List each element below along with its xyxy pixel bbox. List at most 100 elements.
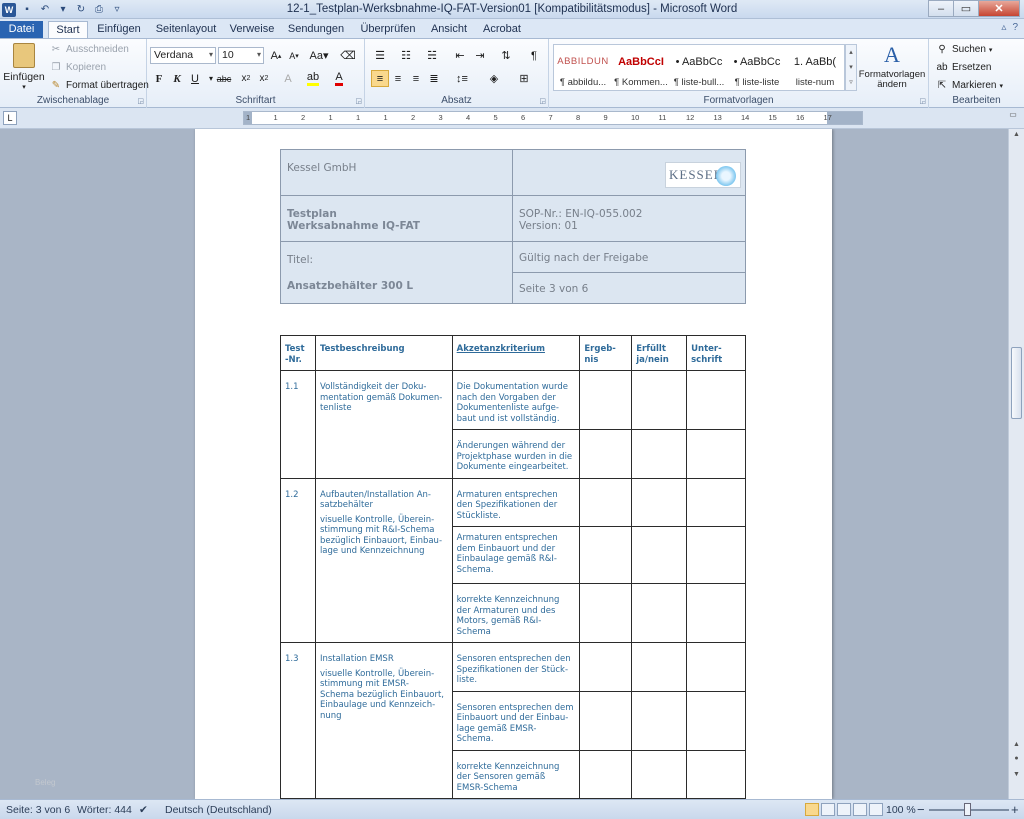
scrollbar-thumb[interactable] [1011,347,1022,419]
change-case-button[interactable]: Aa▾ [310,47,329,64]
result-cell[interactable] [579,370,633,430]
line-spacing-button[interactable]: ↕≡ [453,70,471,87]
result-cell[interactable] [579,429,633,479]
replace-button[interactable]: ab Ersetzen [935,61,991,74]
result-cell[interactable] [579,690,633,751]
styles-launcher-icon[interactable]: ◲ [919,97,926,105]
grow-font-button[interactable]: A ▴ [267,47,285,64]
style-kommentar[interactable]: AaBbCcI ¶ Kommen... [612,45,670,90]
signature-cell[interactable] [686,583,746,643]
fulfilled-cell[interactable] [631,642,688,692]
tab-acrobat[interactable]: Acrobat [480,21,524,38]
fulfilled-cell[interactable] [631,370,688,430]
multilevel-list-button[interactable]: ☵ [423,47,441,64]
fulfilled-cell[interactable] [631,583,688,643]
status-page[interactable]: Seite: 3 von 6 [6,804,70,816]
show-formatting-marks-button[interactable]: ¶ [525,47,543,64]
signature-cell[interactable] [686,477,746,527]
web-layout-button[interactable] [837,803,851,816]
signature-cell[interactable] [686,749,746,799]
fulfilled-cell[interactable] [631,429,688,479]
borders-button[interactable]: ⊞ [515,70,533,87]
find-button[interactable]: ⚲ Suchen ▾ [935,43,992,56]
align-right-button[interactable]: ≡ [407,70,425,87]
paragraph-launcher-icon[interactable]: ◲ [539,97,546,105]
zoom-in-button[interactable]: + [1011,802,1019,817]
shading-button[interactable]: ◈ [485,70,503,87]
style-abbildung[interactable]: ABBILDUN ¶ abbildu... [554,45,612,90]
fulfilled-cell[interactable] [631,749,688,799]
fulfilled-cell[interactable] [631,526,688,584]
print-layout-view-button[interactable] [805,803,819,816]
numbering-button[interactable]: ☷ [397,47,415,64]
signature-cell[interactable] [686,642,746,692]
zoom-out-button[interactable]: − [917,802,925,817]
minimize-button[interactable]: – [928,0,954,17]
fulfilled-cell[interactable] [631,477,688,527]
increase-indent-button[interactable]: ⇥ [471,47,489,64]
browse-object-icon[interactable]: ● [1011,755,1022,767]
draft-view-button[interactable] [869,803,883,816]
result-cell[interactable] [579,749,633,799]
cut-button[interactable]: ✂ Ausschneiden [49,43,129,56]
clipboard-launcher-icon[interactable]: ◲ [137,97,144,105]
result-cell[interactable] [579,642,633,692]
view-ruler-icon[interactable]: ▭ [1007,110,1019,125]
style-liste-liste[interactable]: • AaBbCc ¶ liste-liste [728,45,786,90]
help-icon[interactable]: ? [1012,22,1018,33]
document-page[interactable]: Beleg Kessel GmbH KESSEL Testplan Werksab… [35,129,832,799]
tab-seitenlayout[interactable]: Seitenlayout [155,21,217,38]
copy-button[interactable]: ❐ Kopieren [49,61,107,74]
style-liste-bullet[interactable]: • AaBbCc ¶ liste-bull... [670,45,728,90]
zoom-level[interactable]: 100 % [886,804,916,816]
align-left-button[interactable]: ≡ [371,70,389,87]
superscript-button[interactable]: x2 [255,70,273,87]
scroll-up-icon[interactable]: ▲ [1011,131,1022,143]
paste-dropdown-icon[interactable]: ▾ [3,83,45,91]
horizontal-ruler[interactable]: 1 1 2 1 1 1 2 3 4 5 6 7 8 9 10 11 12 13 14 15 16 17 [243,111,863,125]
proofing-icon[interactable]: ✔ [139,804,148,816]
scroll-up-icon[interactable]: ▲ [1011,741,1022,753]
tab-einfuegen[interactable]: Einfügen [94,21,144,38]
justify-button[interactable]: ≣ [425,70,443,87]
subscript-button[interactable]: x2 [237,70,255,87]
bullets-button[interactable]: ☰ [371,47,389,64]
paste-button[interactable]: Einfügen ▾ [3,41,45,91]
fulfilled-cell[interactable] [631,690,688,751]
highlight-button[interactable]: ab [304,70,322,87]
font-launcher-icon[interactable]: ◲ [355,97,362,105]
style-liste-num[interactable]: 1. AaBb( liste-num [786,45,844,90]
tab-sendungen[interactable]: Sendungen [287,21,345,38]
font-size-combo[interactable]: 10 ▾ [218,47,264,64]
tab-ueberpruefen[interactable]: Überprüfen [357,21,419,38]
strikethrough-button[interactable]: abc [215,70,233,87]
align-center-button[interactable]: ≡ [389,70,407,87]
tab-ansicht[interactable]: Ansicht [429,21,469,38]
text-effects-button[interactable]: A [279,70,297,87]
format-painter-button[interactable]: ✎ Format übertragen [49,79,149,92]
result-cell[interactable] [579,477,633,527]
result-cell[interactable] [579,526,633,584]
bold-button[interactable]: F [150,70,168,87]
font-name-combo[interactable]: Verdana ▾ [150,47,216,64]
zoom-slider-thumb[interactable] [964,803,971,816]
shrink-font-button[interactable]: A ▾ [285,47,303,64]
select-button[interactable]: ⇱ Markieren ▾ [935,79,1003,92]
vertical-scrollbar[interactable]: ▲ ▲ ● ▼ [1008,129,1024,799]
status-words[interactable]: Wörter: 444 [77,804,132,816]
signature-cell[interactable] [686,370,746,430]
minimize-ribbon-icon[interactable]: ▵ [1001,22,1006,33]
font-color-button[interactable]: A [330,70,348,87]
signature-cell[interactable] [686,429,746,479]
tab-verweise[interactable]: Verweise [228,21,276,38]
italic-button[interactable]: K [168,70,186,87]
full-screen-reading-button[interactable] [821,803,835,816]
change-styles-button[interactable]: A Formatvorlagen ändern [856,42,928,90]
tab-selector-button[interactable]: L [3,111,17,125]
close-button[interactable]: ✕ [978,0,1020,17]
signature-cell[interactable] [686,690,746,751]
status-language[interactable]: Deutsch (Deutschland) [165,804,272,816]
scroll-down-icon[interactable]: ▼ [1011,771,1022,783]
decrease-indent-button[interactable]: ⇤ [451,47,469,64]
sort-button[interactable]: ⇅ [497,47,515,64]
